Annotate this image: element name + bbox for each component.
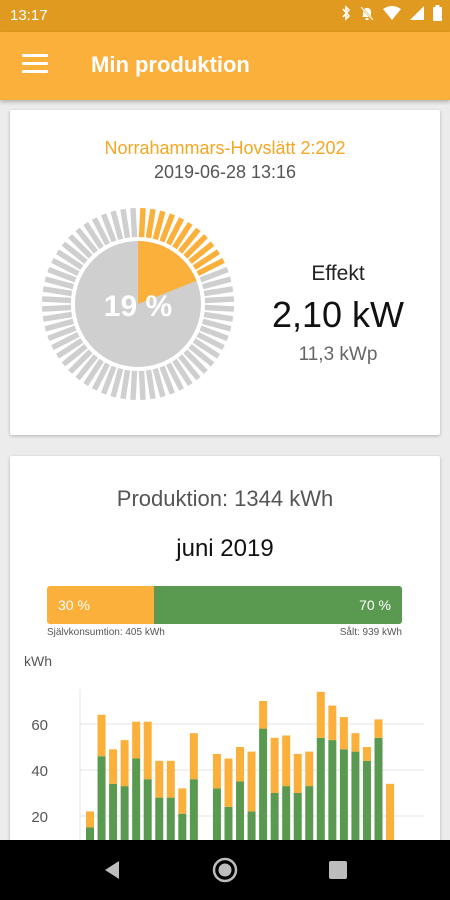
y-tick-label: 60 xyxy=(31,717,48,734)
status-time: 13:17 xyxy=(10,7,48,24)
period-label[interactable]: juni 2019 xyxy=(10,535,440,563)
gauge-percent-label: 19 % xyxy=(104,290,172,323)
gauge-tick xyxy=(42,286,73,297)
gauge-tick xyxy=(138,370,146,401)
y-tick-label: 40 xyxy=(31,763,48,780)
signal-icon xyxy=(410,6,424,20)
bar-self-consumption xyxy=(270,737,279,793)
bar-self-consumption xyxy=(143,721,152,780)
status-icons xyxy=(341,5,442,21)
bar-self-consumption xyxy=(166,760,175,798)
gauge-tick-active xyxy=(145,208,156,239)
gauge-tick xyxy=(41,304,72,312)
bar-self-consumption xyxy=(155,760,164,798)
gauge-tick xyxy=(120,369,131,400)
gauge-tick xyxy=(120,208,131,239)
gauge-tick xyxy=(203,311,234,322)
consumption-split-bar: 30 % 70 % xyxy=(47,586,402,624)
bar-self-consumption xyxy=(86,811,94,828)
bar-self-consumption xyxy=(351,733,360,752)
gauge-tick xyxy=(41,296,72,304)
bar-self-consumption xyxy=(109,749,118,784)
gauge-tick xyxy=(204,304,235,312)
bar-self-consumption xyxy=(328,705,337,741)
bar-self-consumption xyxy=(339,717,348,750)
back-icon[interactable] xyxy=(101,859,123,881)
sold-segment: 70 % xyxy=(153,586,402,624)
battery-icon xyxy=(433,5,442,21)
gauge-tick xyxy=(203,286,234,297)
bar-self-consumption xyxy=(293,753,302,793)
menu-icon[interactable] xyxy=(22,54,48,76)
gauge-tick-active xyxy=(138,207,146,238)
gauge-tick xyxy=(145,369,156,400)
y-axis-label: kWh xyxy=(24,653,52,669)
bar-self-consumption xyxy=(212,753,221,789)
recents-icon[interactable] xyxy=(328,860,348,880)
bar-self-consumption xyxy=(282,735,291,787)
plant-name: Norrahammars-Hovslätt 2:202 xyxy=(104,138,346,158)
page-title: Min produktion xyxy=(91,52,250,77)
bar-self-consumption xyxy=(236,747,245,782)
sold-amount: Sålt: 939 kWh xyxy=(339,627,402,638)
gauge-tick xyxy=(130,370,138,401)
bar-self-consumption xyxy=(316,691,325,738)
bar-self-consumption xyxy=(305,751,314,787)
monthly-production-card: Produktion: 1344 kWh juni 2019 30 % 70 %… xyxy=(10,456,440,876)
bar-self-consumption xyxy=(120,740,129,787)
effect-label: Effekt xyxy=(311,262,365,285)
peak-power: 11,3 kWp xyxy=(298,344,378,365)
bar-self-consumption xyxy=(224,758,233,807)
app-bar: Min produktion xyxy=(0,32,450,100)
gauge-tick xyxy=(130,207,138,238)
production-total: Produktion: 1344 kWh xyxy=(116,486,334,511)
bar-self-consumption xyxy=(189,733,198,780)
gauge-tick xyxy=(204,296,235,304)
bluetooth-icon xyxy=(342,5,351,21)
self-consumption-amount: Självkonsumtion: 405 kWh xyxy=(47,627,165,638)
effect-value: 2,10 kW xyxy=(271,294,405,335)
bar-self-consumption xyxy=(362,747,371,761)
gauge-tick xyxy=(42,311,73,322)
bar-self-consumption xyxy=(247,751,256,812)
current-production-card[interactable]: Norrahammars-Hovslätt 2:202 2019-06-28 1… xyxy=(10,110,440,435)
self-consumption-segment: 30 % xyxy=(47,586,154,624)
bar-self-consumption xyxy=(259,701,268,729)
capacity-gauge: 19 % xyxy=(41,207,235,401)
wifi-icon xyxy=(383,6,401,20)
notifications-off-icon xyxy=(360,6,374,21)
bar-self-consumption xyxy=(97,714,106,757)
measurement-timestamp: 2019-06-28 13:16 xyxy=(153,162,297,182)
home-icon[interactable] xyxy=(212,857,238,883)
bar-self-consumption xyxy=(178,788,187,814)
bar-self-consumption xyxy=(374,719,383,738)
status-bar: 13:17 xyxy=(0,0,450,32)
y-tick-label: 20 xyxy=(31,809,48,826)
bar-self-consumption xyxy=(132,721,141,759)
navigation-bar xyxy=(0,840,450,900)
